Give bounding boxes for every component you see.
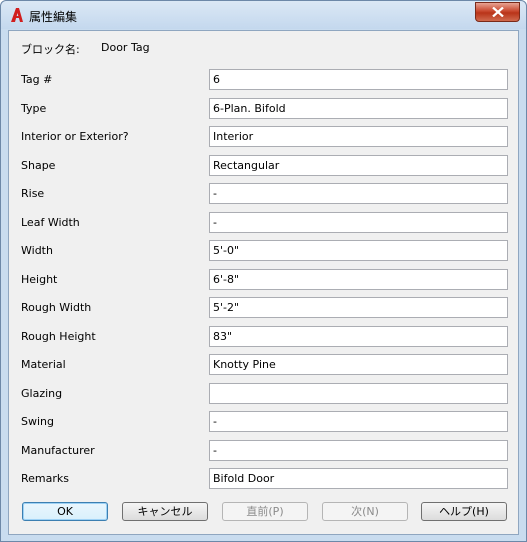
attribute-label: Rough Width — [21, 301, 92, 314]
attribute-input-manufacturer[interactable] — [209, 440, 508, 461]
attribute-row-glazing: Glazing — [9, 383, 518, 404]
block-name-label: ブロック名: — [21, 43, 80, 56]
attribute-input-swing[interactable] — [209, 411, 508, 432]
attribute-input-rough-width[interactable] — [209, 297, 508, 318]
window-title: 属性編集 — [29, 10, 78, 24]
attribute-row-remarks: Remarks — [9, 468, 518, 489]
title-bar[interactable]: 属性編集 — [1, 1, 526, 29]
attribute-row-swing: Swing — [9, 411, 518, 432]
attribute-input-height[interactable] — [209, 269, 508, 290]
help-button[interactable]: ヘルプ(H) — [421, 502, 507, 521]
attribute-row-type: Type — [9, 98, 518, 119]
attribute-input-rough-height[interactable] — [209, 326, 508, 347]
attribute-row-rough-height: Rough Height — [9, 326, 518, 347]
attribute-label: Interior or Exterior? — [21, 130, 129, 143]
attribute-row-rise: Rise — [9, 183, 518, 204]
cancel-button[interactable]: キャンセル — [122, 502, 208, 521]
attribute-label: Type — [21, 102, 47, 115]
attribute-input-glazing[interactable] — [209, 383, 508, 404]
attribute-row-width: Width — [9, 240, 518, 261]
ok-button[interactable]: OK — [22, 502, 108, 521]
attribute-row-rough-width: Rough Width — [9, 297, 518, 318]
attribute-row-manufacturer: Manufacturer — [9, 440, 518, 461]
attribute-input-material[interactable] — [209, 354, 508, 375]
attribute-row-shape: Shape — [9, 155, 518, 176]
attribute-label: Glazing — [21, 387, 63, 400]
attribute-label: Rise — [21, 187, 45, 200]
attribute-input-remarks[interactable] — [209, 468, 508, 489]
attribute-edit-dialog: 属性編集 ブロック名: Door Tag Tag # Type Interior… — [0, 0, 527, 542]
block-name-value: Door Tag — [101, 41, 150, 54]
attribute-input-leaf-width[interactable] — [209, 212, 508, 233]
attribute-input-tag[interactable] — [209, 69, 508, 90]
attribute-label: Manufacturer — [21, 444, 95, 457]
attribute-row-material: Material — [9, 354, 518, 375]
previous-button[interactable]: 直前(P) — [222, 502, 308, 521]
dialog-client-area: ブロック名: Door Tag Tag # Type Interior or E… — [8, 30, 519, 535]
attribute-label: Width — [21, 244, 53, 257]
attribute-input-interior-exterior[interactable] — [209, 126, 508, 147]
attribute-row-tag: Tag # — [9, 69, 518, 90]
attribute-input-shape[interactable] — [209, 155, 508, 176]
attribute-row-height: Height — [9, 269, 518, 290]
close-button[interactable] — [475, 2, 520, 22]
next-button[interactable]: 次(N) — [322, 502, 408, 521]
attribute-label: Swing — [21, 415, 54, 428]
attribute-label: Rough Height — [21, 330, 96, 343]
attribute-row-leaf-width: Leaf Width — [9, 212, 518, 233]
attribute-input-type[interactable] — [209, 98, 508, 119]
attribute-label: Material — [21, 358, 66, 371]
attribute-label: Remarks — [21, 472, 69, 485]
attribute-row-interior-exterior: Interior or Exterior? — [9, 126, 518, 147]
attribute-label: Shape — [21, 159, 56, 172]
attribute-input-rise[interactable] — [209, 183, 508, 204]
attribute-label: Tag # — [21, 73, 53, 86]
autocad-a-icon — [11, 8, 23, 22]
close-icon — [491, 7, 504, 17]
attribute-input-width[interactable] — [209, 240, 508, 261]
attribute-label: Height — [21, 273, 58, 286]
attribute-label: Leaf Width — [21, 216, 80, 229]
